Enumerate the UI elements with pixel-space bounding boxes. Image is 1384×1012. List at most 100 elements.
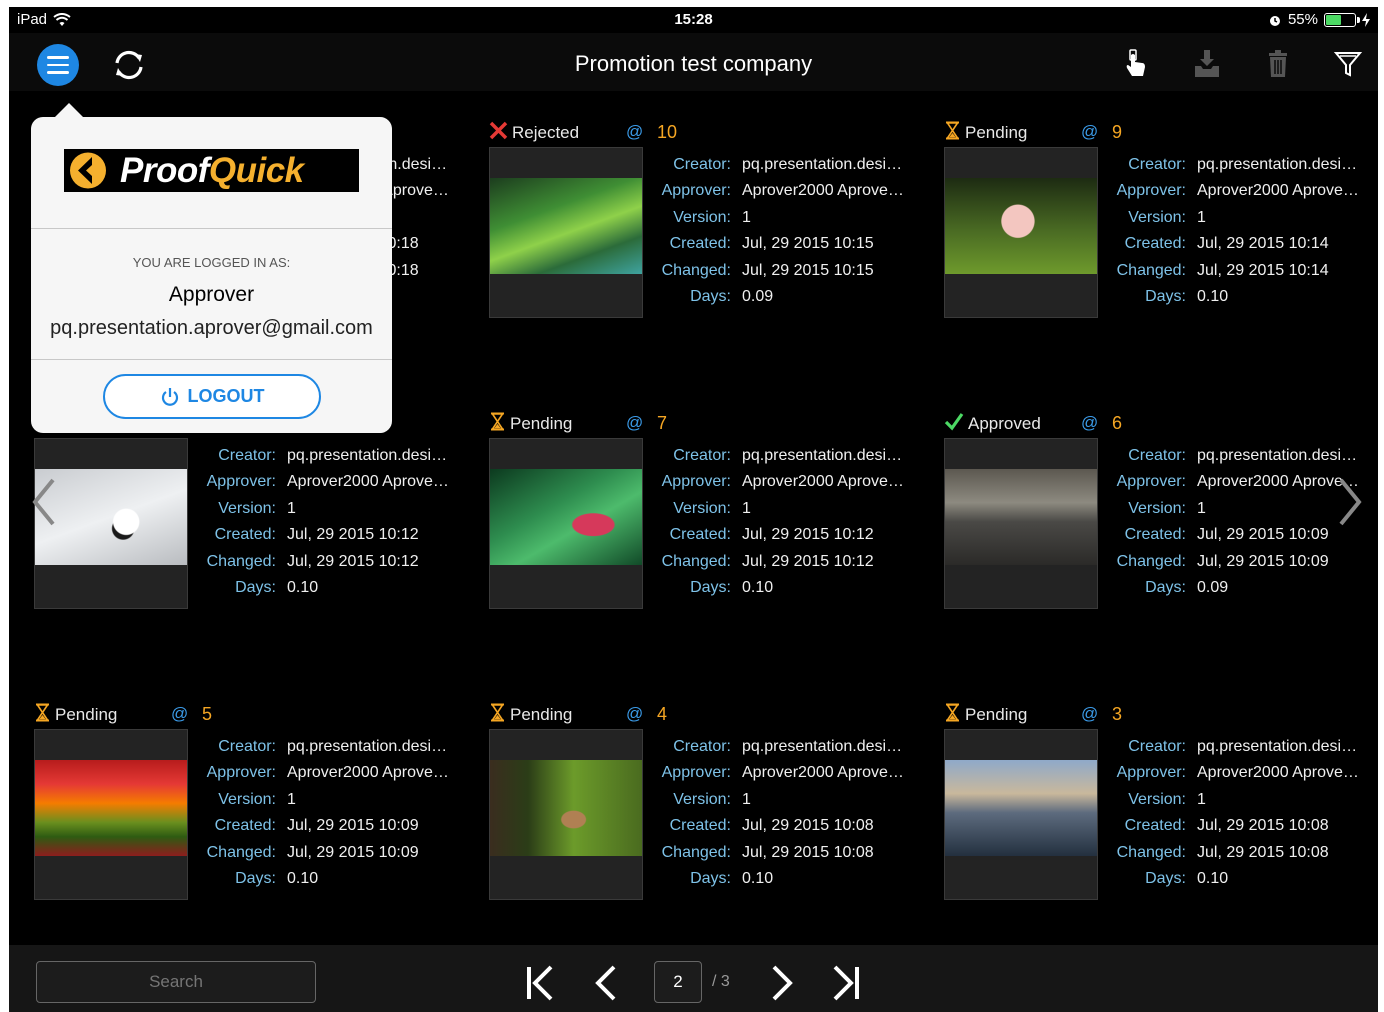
thumbnail-image — [945, 178, 1097, 274]
hourglass-icon — [944, 703, 961, 727]
meta-row-changed: Changed: Jul, 29 2015 10:09 — [194, 840, 456, 866]
filter-icon[interactable] — [1331, 47, 1365, 81]
proof-thumbnail[interactable] — [944, 729, 1098, 900]
proof-thumbnail[interactable] — [944, 438, 1098, 609]
proof-card[interactable]: Pending@8Creator:pq.presentation.desi…Ap… — [34, 412, 474, 633]
status-badge: Pending — [944, 703, 1027, 727]
created-label: Created: — [1124, 817, 1186, 835]
proof-card[interactable]: Pending @5 Creator: pq.presentation.desi… Ap… — [34, 703, 474, 924]
version-value: 1 — [1197, 208, 1206, 226]
charging-icon — [1362, 12, 1370, 27]
proof-thumbnail[interactable] — [34, 729, 188, 900]
days-value: 0.10 — [1197, 288, 1229, 306]
created-label: Created: — [669, 526, 731, 544]
touch-select-icon[interactable] — [1119, 47, 1153, 81]
meta-row-days: Days: 0.09 — [649, 284, 911, 310]
status-badge: Pending — [489, 703, 572, 726]
download-icon[interactable] — [1190, 47, 1224, 81]
proof-card[interactable]: Rejected @10 Creator: pq.presentation.desi…… — [489, 121, 929, 342]
version-value: 1 — [287, 790, 296, 808]
logged-in-label: YOU ARE LOGGED IN AS: — [132, 255, 291, 270]
user-role: Approver — [168, 283, 255, 306]
page-total: / 3 — [712, 973, 730, 990]
next-page-icon[interactable] — [761, 963, 801, 1003]
proof-number: 3 — [1112, 704, 1123, 724]
created-label: Created: — [669, 235, 731, 253]
changed-label: Changed: — [661, 843, 731, 861]
account-popover: ProofQuick YOU ARE LOGGED IN AS: Approve… — [31, 103, 392, 433]
meta-row-created: Created: Jul, 29 2015 10:09 — [194, 813, 456, 839]
changed-label: Changed: — [1116, 552, 1186, 570]
power-icon — [161, 387, 178, 406]
last-page-icon[interactable] — [827, 963, 867, 1003]
changed-label: Changed: — [206, 843, 276, 861]
at-icon: @ — [626, 704, 644, 723]
approver-label: Approver: — [1116, 473, 1186, 491]
at-icon: @ — [1081, 413, 1099, 432]
creator-label: Creator: — [1128, 447, 1186, 464]
status-text: Pending — [965, 123, 1028, 142]
app-root: iPad 15:28 55% Promotion test company Ap… — [9, 7, 1378, 1012]
days-label: Days: — [235, 870, 276, 888]
version-label: Version: — [218, 790, 276, 808]
days-label: Days: — [690, 288, 731, 306]
proof-card[interactable]: Pending @7 Creator: pq.presentation.desi… Ap… — [489, 412, 929, 633]
days-label: Days: — [690, 579, 731, 597]
proof-thumbnail[interactable] — [944, 147, 1098, 318]
proof-card[interactable]: Pending @3 Creator: pq.presentation.desi… Ap… — [944, 703, 1378, 924]
meta-row-changed: Changed: Jul, 29 2015 10:14 — [1104, 258, 1366, 284]
previous-page-icon[interactable] — [587, 963, 627, 1003]
logout-button[interactable]: LOGOUT — [103, 374, 321, 419]
meta-row-days: Days: 0.10 — [194, 575, 456, 601]
current-page-field[interactable]: 2 — [654, 961, 702, 1003]
battery-fill — [1326, 14, 1342, 25]
meta-row-created: Created: Jul, 29 2015 10:12 — [649, 522, 911, 548]
creator-value: pq.presentation.desi… — [1197, 738, 1358, 755]
alarm-icon — [1269, 15, 1280, 26]
approver-label: Approver: — [661, 764, 731, 782]
first-page-icon[interactable] — [519, 963, 559, 1003]
next-page-arrow-icon[interactable] — [1331, 472, 1371, 532]
created-label: Created: — [1124, 235, 1186, 253]
proof-card[interactable]: Pending @4 Creator: pq.presentation.desi… Ap… — [489, 703, 929, 924]
days-value: 0.10 — [742, 579, 774, 597]
meta-row-creator: Creator: pq.presentation.desi… — [194, 443, 456, 469]
thumbnail-image — [490, 760, 642, 856]
status-badge: Pending — [944, 121, 1028, 144]
meta-row-created: Created: Jul, 29 2015 10:08 — [649, 813, 911, 839]
meta-row-days: Days: 0.10 — [194, 866, 456, 892]
at-icon: @ — [626, 122, 644, 141]
status-bar: iPad 15:28 55% — [9, 7, 1378, 33]
prev-page-arrow-icon[interactable] — [23, 472, 63, 532]
proof-thumbnail[interactable] — [489, 729, 643, 900]
version-value: 1 — [287, 499, 296, 517]
changed-label: Changed: — [661, 552, 731, 570]
version-value: 1 — [742, 208, 751, 226]
proof-thumbnail[interactable] — [489, 438, 643, 609]
proof-card[interactable]: Pending @9 Creator: pq.presentation.desi… Ap… — [944, 121, 1378, 342]
search-input[interactable] — [36, 961, 316, 1003]
popover-divider — [31, 228, 392, 229]
created-value: Jul, 29 2015 10:12 — [742, 526, 874, 544]
logo-text-left: Proof — [120, 150, 209, 190]
trash-icon[interactable] — [1261, 47, 1295, 81]
meta-row-version: Version: 1 — [649, 787, 911, 813]
meta-row-creator: Creator: pq.presentation.desi… — [1104, 152, 1366, 178]
proof-thumbnail[interactable] — [489, 147, 643, 318]
meta-row-changed: Changed: Jul, 29 2015 10:09 — [1104, 549, 1366, 575]
meta-row-creator: Creator: pq.presentation.desi… — [1104, 443, 1366, 469]
meta-row-approver: Approver:Aprover2000 Aprove… — [649, 760, 911, 786]
meta-row-days: Days: 0.10 — [1104, 284, 1366, 310]
proof-card[interactable]: Approved @6 Creator: pq.presentation.desi… A… — [944, 413, 1378, 633]
meta-row-days: Days: 0.10 — [1104, 866, 1366, 892]
at-icon: @ — [171, 704, 189, 723]
meta-row-approver: Approver:Aprover2000 Aprove… — [1104, 469, 1366, 495]
changed-value: Jul, 29 2015 10:15 — [742, 261, 874, 279]
version-value: 1 — [1197, 790, 1206, 808]
proof-details: Creator:pq.presentation.desi…Approver:Ap… — [194, 734, 456, 892]
approver-value: Aprover2000 Aprove… — [287, 764, 449, 782]
meta-row-approver: Approver:Aprover2000 Aprove… — [1104, 760, 1366, 786]
meta-row-approver: Approver:Aprover2000 Aprove… — [649, 469, 911, 495]
meta-row-creator: Creator: pq.presentation.desi… — [194, 734, 456, 760]
changed-value: Jul, 29 2015 10:12 — [742, 552, 874, 570]
